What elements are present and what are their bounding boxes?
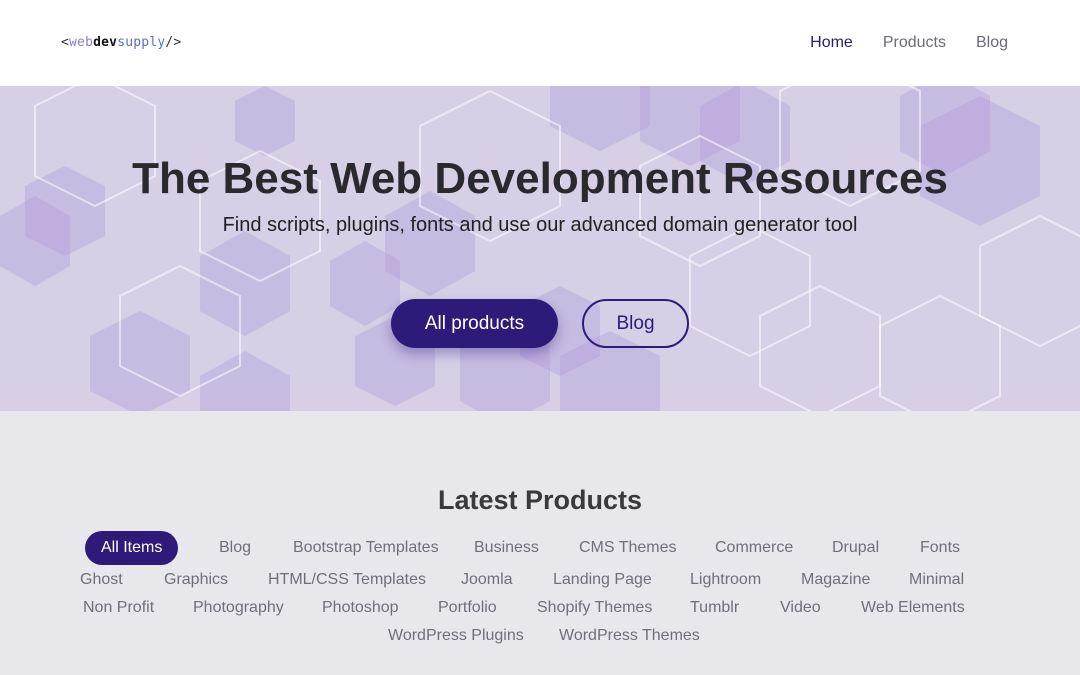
- hexagon-background: [0, 86, 1080, 411]
- filter-video[interactable]: Video: [780, 598, 821, 618]
- filter-drupal[interactable]: Drupal: [832, 538, 879, 558]
- filter-landing-page[interactable]: Landing Page: [553, 570, 652, 590]
- filter-commerce[interactable]: Commerce: [715, 538, 793, 558]
- nav-home[interactable]: Home: [810, 34, 853, 52]
- filter-minimal[interactable]: Minimal: [909, 570, 964, 590]
- filter-joomla[interactable]: Joomla: [461, 570, 513, 590]
- logo-close: />: [165, 35, 182, 50]
- logo-web: web: [69, 35, 94, 50]
- latest-products-title: Latest Products: [437, 485, 643, 515]
- filter-graphics[interactable]: Graphics: [164, 570, 228, 590]
- filter-fonts[interactable]: Fonts: [920, 538, 960, 558]
- filter-magazine[interactable]: Magazine: [801, 570, 870, 590]
- blog-button[interactable]: Blog: [582, 299, 689, 348]
- filter-wordpress-themes[interactable]: WordPress Themes: [559, 626, 700, 646]
- main-nav: Home Products Blog: [780, 34, 1008, 52]
- filter-shopify-themes[interactable]: Shopify Themes: [537, 598, 652, 618]
- filter-wordpress-plugins[interactable]: WordPress Plugins: [388, 626, 524, 646]
- filter-non-profit[interactable]: Non Profit: [83, 598, 154, 618]
- hero-section: [0, 86, 1080, 411]
- logo-open: <: [61, 35, 70, 50]
- logo-dev: dev: [93, 35, 118, 50]
- filter-blog[interactable]: Blog: [219, 538, 251, 558]
- filter-business[interactable]: Business: [474, 538, 539, 558]
- filter-cms-themes[interactable]: CMS Themes: [579, 538, 677, 558]
- filter-tumblr[interactable]: Tumblr: [690, 598, 739, 618]
- filter-photoshop[interactable]: Photoshop: [322, 598, 399, 618]
- hero-title: The Best Web Development Resources: [132, 154, 948, 203]
- filter-ghost[interactable]: Ghost: [80, 570, 123, 590]
- nav-products[interactable]: Products: [883, 34, 946, 52]
- filter-all-items[interactable]: All Items: [85, 531, 179, 565]
- filter-portfolio[interactable]: Portfolio: [438, 598, 497, 618]
- filter-lightroom[interactable]: Lightroom: [690, 570, 761, 590]
- site-logo[interactable]: <webdevsupply/>: [61, 35, 181, 50]
- logo-supply: supply: [117, 35, 166, 50]
- all-products-button[interactable]: All products: [391, 299, 558, 348]
- site-header: <webdevsupply/> Home Products Blog: [0, 0, 1080, 86]
- filter-photography[interactable]: Photography: [193, 598, 284, 618]
- filter-bootstrap-templates[interactable]: Bootstrap Templates: [293, 538, 439, 558]
- filter-html-css-templates[interactable]: HTML/CSS Templates: [268, 570, 426, 590]
- hero-subtitle: Find scripts, plugins, fonts and use our…: [222, 214, 858, 236]
- nav-blog[interactable]: Blog: [976, 34, 1008, 52]
- filter-web-elements[interactable]: Web Elements: [861, 598, 965, 618]
